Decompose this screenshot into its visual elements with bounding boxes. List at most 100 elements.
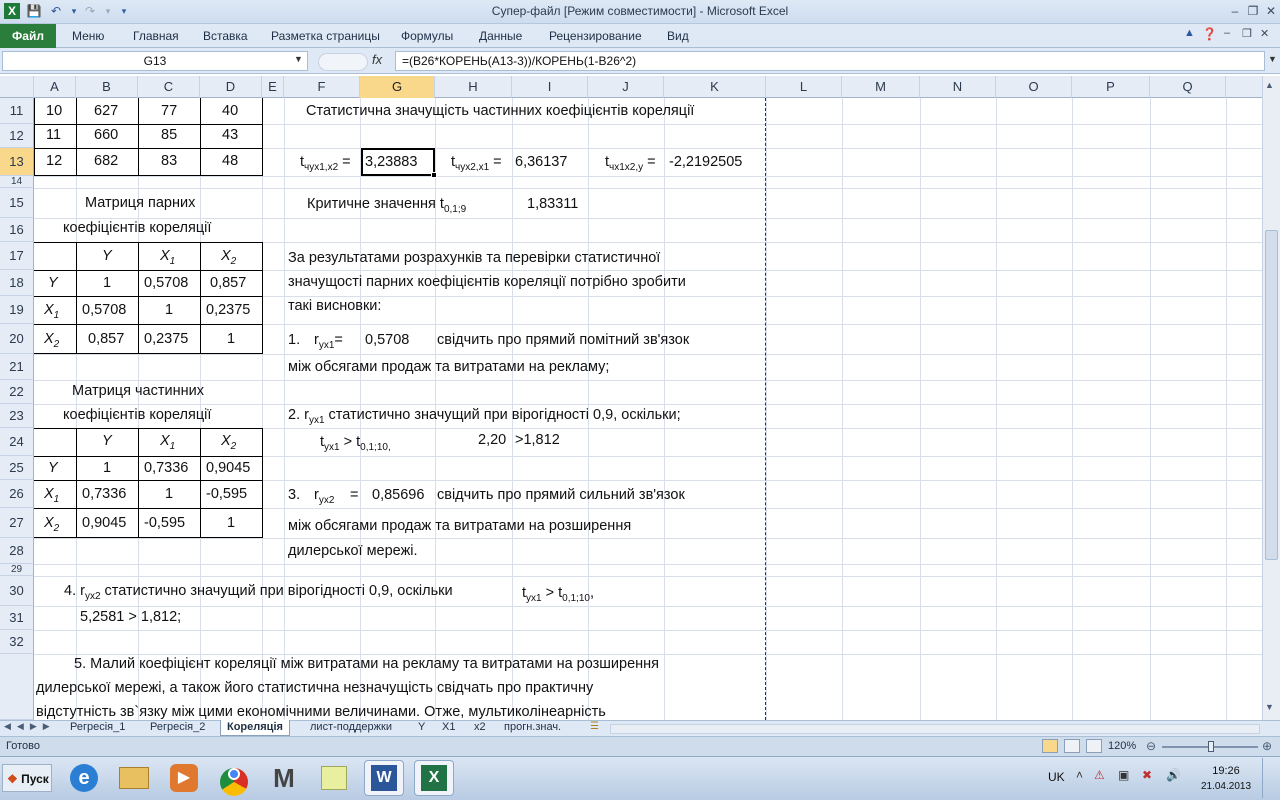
chrome-icon[interactable]	[214, 760, 254, 796]
start-button[interactable]: ❖ Пуск	[2, 764, 52, 792]
minimize-icon[interactable]: –	[1226, 3, 1244, 19]
row-header[interactable]: 12	[0, 124, 34, 148]
table-cell[interactable]: 1	[103, 460, 111, 476]
column-header-i[interactable]: I	[512, 76, 588, 98]
column-header-g[interactable]: G	[360, 76, 435, 98]
table-cell[interactable]: 1	[165, 302, 173, 318]
name-box-dropdown-icon[interactable]: ▼	[294, 54, 303, 64]
column-header-p[interactable]: P	[1072, 76, 1150, 98]
page-break-view-icon[interactable]	[1086, 739, 1102, 753]
table-cell[interactable]: 11	[46, 127, 61, 143]
formula-input[interactable]: =(B26*КОРЕНЬ(A13-3))/КОРЕНЬ(1-B26^2)	[395, 51, 1265, 71]
clock-time[interactable]: 19:26	[1196, 765, 1256, 777]
workbook-minimize-icon[interactable]: –	[1224, 27, 1230, 39]
table-cell[interactable]: 12	[46, 153, 62, 169]
table-cell[interactable]: 85	[161, 127, 177, 143]
formula-expand-icon[interactable]: ▼	[1268, 54, 1277, 64]
table-cell[interactable]: 1	[227, 515, 235, 531]
table-cell[interactable]: 0,857	[88, 331, 124, 347]
table-cell[interactable]: 10	[46, 103, 62, 119]
table-cell[interactable]: -0,595	[206, 486, 247, 502]
media-player-icon[interactable]: ▶	[164, 760, 204, 796]
workbook-close-icon[interactable]: ✕	[1260, 27, 1269, 40]
column-header-d[interactable]: D	[200, 76, 262, 98]
item-2-value-1[interactable]: 2,20	[478, 432, 506, 448]
column-header-q[interactable]: Q	[1150, 76, 1226, 98]
table-cell[interactable]: 0,2375	[206, 302, 250, 318]
language-indicator[interactable]: UK	[1048, 770, 1065, 784]
tab-home[interactable]: Главная	[133, 29, 179, 43]
row-header[interactable]: 11	[0, 98, 34, 124]
column-header-h[interactable]: H	[435, 76, 512, 98]
item-1-value[interactable]: 0,5708	[365, 332, 409, 348]
scroll-up-icon[interactable]: ▲	[1265, 80, 1274, 90]
item-3-value[interactable]: 0,85696	[372, 487, 424, 503]
select-all-corner[interactable]	[0, 76, 34, 98]
table-cell[interactable]: 83	[161, 153, 177, 169]
critical-value[interactable]: 1,83311	[527, 196, 578, 212]
column-header-j[interactable]: J	[588, 76, 664, 98]
tray-network-icon[interactable]: ⚠	[1094, 768, 1105, 782]
column-header-c[interactable]: C	[138, 76, 200, 98]
word-icon[interactable]: W	[364, 760, 404, 796]
row-header[interactable]: 32	[0, 630, 34, 654]
sheet-nav-icons[interactable]: ◀◀▶▶	[4, 721, 56, 732]
tray-security-icon[interactable]: ✖	[1142, 768, 1152, 782]
insert-function-icon[interactable]: fx	[372, 52, 382, 67]
row-header[interactable]: 29	[0, 564, 34, 576]
column-header-e[interactable]: E	[262, 76, 284, 98]
zoom-out-icon[interactable]: ⊖	[1146, 739, 1156, 753]
table-cell[interactable]: 1	[103, 275, 111, 291]
sheet-tab[interactable]: Регресія_1	[64, 720, 131, 736]
zoom-in-icon[interactable]: ⊕	[1262, 739, 1272, 753]
volume-icon[interactable]: 🔊	[1166, 768, 1181, 782]
row-header[interactable]: 21	[0, 354, 34, 380]
zoom-level[interactable]: 120%	[1108, 740, 1136, 752]
column-header-a[interactable]: A	[34, 76, 76, 98]
column-header-f[interactable]: F	[284, 76, 360, 98]
show-desktop-button[interactable]	[1262, 758, 1278, 798]
row-header[interactable]: 22	[0, 380, 34, 404]
tray-device-icon[interactable]: ▣	[1118, 768, 1129, 782]
table-cell[interactable]: 0,9045	[206, 460, 250, 476]
tab-review[interactable]: Рецензирование	[549, 29, 642, 43]
row-header[interactable]: 20	[0, 324, 34, 354]
name-box[interactable]: G13	[2, 51, 308, 71]
t-value-2[interactable]: 6,36137	[515, 154, 567, 170]
row-header[interactable]: 15	[0, 188, 34, 218]
tab-data[interactable]: Данные	[479, 29, 522, 43]
table-cell[interactable]: 682	[94, 153, 118, 169]
table-cell[interactable]: 660	[94, 127, 118, 143]
sheet-tab[interactable]: X1	[436, 720, 461, 736]
row-header[interactable]: 16	[0, 218, 34, 242]
sticky-notes-icon[interactable]	[314, 760, 354, 796]
help-icon[interactable]: ❓	[1202, 27, 1217, 41]
row-header[interactable]: 25	[0, 456, 34, 480]
zoom-slider-thumb[interactable]	[1208, 741, 1214, 752]
table-cell[interactable]: 48	[222, 153, 238, 169]
table-cell[interactable]: 0,7336	[82, 486, 126, 502]
scroll-down-icon[interactable]: ▼	[1265, 702, 1274, 712]
table-cell[interactable]: 77	[161, 103, 177, 119]
table-cell[interactable]: 0,9045	[82, 515, 126, 531]
sheet-tab[interactable]: прогн.знач.	[498, 720, 567, 736]
file-explorer-icon[interactable]	[114, 760, 154, 796]
table-cell[interactable]: 1	[165, 486, 173, 502]
table-cell[interactable]: -0,595	[144, 515, 185, 531]
item-4-values[interactable]: 5,2581 > 1,812;	[80, 609, 181, 625]
table-cell[interactable]: 1	[227, 331, 235, 347]
tab-formulas[interactable]: Формулы	[401, 29, 453, 43]
table-cell[interactable]: 0,7336	[144, 460, 188, 476]
tab-insert[interactable]: Вставка	[203, 29, 248, 43]
restore-icon[interactable]: ❐	[1244, 3, 1262, 19]
table-cell[interactable]: 627	[94, 103, 118, 119]
row-header[interactable]: 26	[0, 480, 34, 508]
column-header-m[interactable]: M	[842, 76, 920, 98]
fill-handle[interactable]	[431, 172, 437, 178]
column-header-l[interactable]: L	[766, 76, 842, 98]
sheet-tab[interactable]: Регресія_2	[144, 720, 211, 736]
t-value-3[interactable]: -2,2192505	[669, 154, 742, 170]
workbook-restore-icon[interactable]: ❐	[1242, 27, 1252, 40]
sheet-tab[interactable]: Y	[412, 720, 431, 736]
table-cell[interactable]: 0,2375	[144, 331, 188, 347]
